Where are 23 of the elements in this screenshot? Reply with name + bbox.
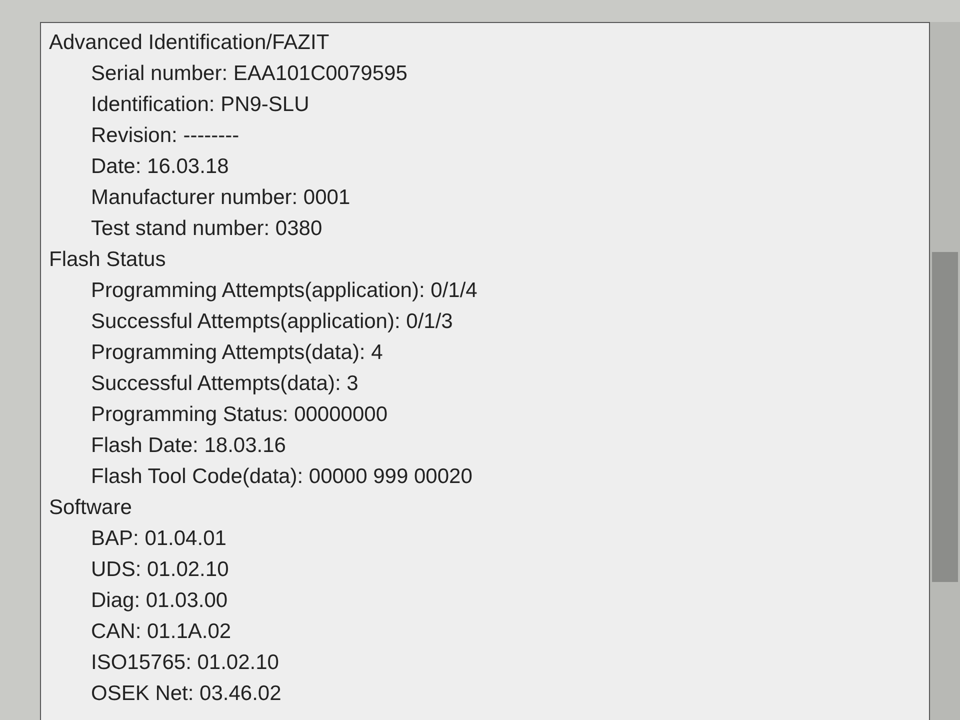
tree-item-label: Manufacturer number: 0001 xyxy=(91,185,350,211)
tree-item-label: Advanced Identification/FAZIT xyxy=(49,30,330,56)
tree-item-label: Programming Attempts(data): 4 xyxy=(91,340,383,366)
tree-item-label: Serial number: EAA101C0079595 xyxy=(91,61,408,87)
scrollbar-thumb[interactable] xyxy=(932,252,958,582)
tree-item-label: Software xyxy=(49,495,132,521)
tree-item-label: CAN: 01.1A.02 xyxy=(91,619,232,645)
tree-item-label: Flash Tool Code(data): 00000 999 00020 xyxy=(91,464,472,490)
tree-item-label: Identification: PN9-SLU xyxy=(91,92,310,118)
tree-item-label: ISO15765: 01.02.10 xyxy=(91,650,279,676)
tree-item-label: Programming Attempts(application): 0/1/4 xyxy=(91,278,478,304)
tree-item-label: Date: 16.03.18 xyxy=(91,154,229,180)
tree-item-label: Successful Attempts(application): 0/1/3 xyxy=(91,309,453,335)
tree-item-label: BAP: 01.04.01 xyxy=(91,526,226,552)
tree-item-label: Revision: -------- xyxy=(91,123,240,149)
tree-item-label: Test stand number: 0380 xyxy=(91,216,322,242)
tree-item-label: OSEK Net: 03.46.02 xyxy=(91,681,282,707)
tree-item-label: Diag: 01.03.00 xyxy=(91,588,228,614)
tree-item-label: Flash Date: 18.03.16 xyxy=(91,433,286,459)
tree-item-label: Successful Attempts(data): 3 xyxy=(91,371,358,397)
tree-item-label: Programming Status: 00000000 xyxy=(91,402,388,428)
tree-item-label: UDS: 01.02.10 xyxy=(91,557,229,583)
tree-item-label: Flash Status xyxy=(49,247,166,273)
